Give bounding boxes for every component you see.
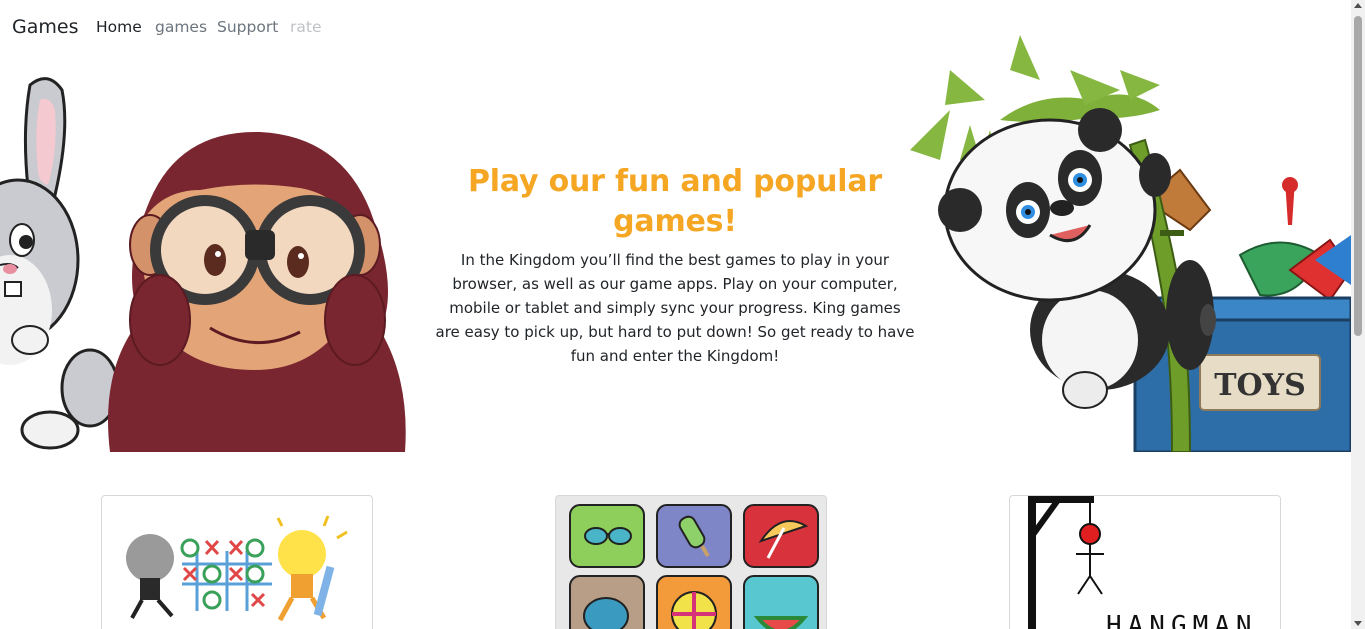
brand-link[interactable]: Games [12,16,78,38]
game-card-memory[interactable] [555,495,827,629]
game-card-hangman[interactable]: HANGMAN [1009,495,1281,629]
nav-link-support[interactable]: Support [217,18,278,36]
bunny-illustration [0,77,120,450]
monkey-illustration [108,131,406,452]
hero-image-left [0,70,410,452]
scrollbar-thumb[interactable] [1354,16,1362,336]
scroll-down-arrow-icon[interactable] [1354,621,1362,626]
hangman-thumbnail: HANGMAN [1028,496,1258,629]
memory-match-thumbnail [569,504,819,629]
toy-box-label: TOYS [1214,368,1306,403]
hero-section: Play our fun and popular games! In the K… [425,162,925,368]
nav-link-games[interactable]: games [155,18,207,36]
vertical-scrollbar[interactable] [1351,0,1365,629]
nav-link-rate: rate [290,18,322,36]
game-card-tic-tac-toe[interactable] [101,495,373,629]
scroll-up-arrow-icon[interactable] [1354,3,1362,8]
hangman-label: HANGMAN [1106,611,1258,629]
nav-link-home[interactable]: Home [96,18,142,36]
hero-title: Play our fun and popular games! [468,164,882,239]
hero-description: In the Kingdom you’ll find the best game… [435,251,915,365]
hero-image-right: TOYS [890,30,1353,454]
tic-tac-toe-thumbnail [126,515,348,622]
